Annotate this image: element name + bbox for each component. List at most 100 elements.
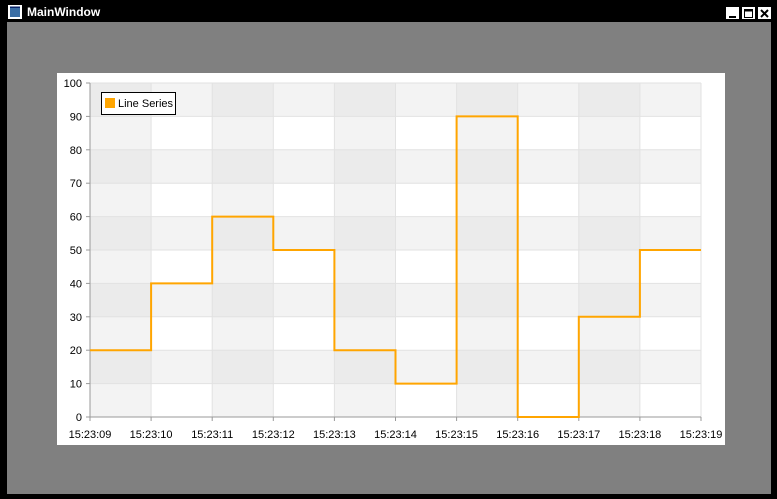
plot-cell: [578, 383, 640, 417]
line-chart: 0 10 20 30 40 50 60 70 80 90 100 15:23:09 15:23:10 15…: [64, 78, 723, 441]
plot-cell: [151, 216, 213, 250]
plot-cell: [212, 149, 274, 184]
plot-cell: [273, 149, 335, 184]
plot-cell: [578, 183, 640, 217]
plot-cell: [151, 383, 213, 417]
plot-cell: [639, 383, 701, 417]
plot-cell: [395, 383, 457, 417]
plot-cell: [151, 283, 213, 317]
x-tick-label: 15:23:19: [680, 429, 723, 441]
plot-cell: [151, 183, 213, 217]
plot-cell: [639, 250, 701, 284]
plot-cell: [578, 350, 640, 384]
y-tick-label: 40: [70, 278, 82, 290]
plot-cell: [578, 216, 640, 250]
x-tick-label: 15:23:18: [618, 429, 661, 441]
plot-cell: [212, 83, 274, 117]
x-tick-label: 15:23:10: [130, 429, 173, 441]
plot-cell: [517, 183, 579, 217]
x-tick-label: 15:23:13: [313, 429, 356, 441]
minimize-button[interactable]: [725, 6, 740, 20]
plot-cell: [517, 116, 579, 150]
plot-cell: [212, 216, 274, 250]
plot-cell: [395, 183, 457, 217]
x-tick-label: 15:23:17: [557, 429, 600, 441]
plot-cell: [212, 116, 274, 150]
y-tick-label: 70: [70, 178, 82, 190]
plot-cell: [90, 216, 152, 250]
plot-cell: [334, 149, 396, 184]
x-tick-label: 15:23:12: [252, 429, 295, 441]
plot-cell: [273, 283, 335, 317]
y-tick-label: 20: [70, 345, 82, 357]
plot-cell: [578, 250, 640, 284]
plot-cell: [456, 183, 518, 217]
y-tick-label: 30: [70, 312, 82, 324]
plot-cell: [456, 149, 518, 184]
plot-cell: [334, 350, 396, 384]
maximize-button[interactable]: [741, 6, 756, 20]
plot-cell: [578, 116, 640, 150]
plot-cell: [212, 283, 274, 317]
y-tick-label: 50: [70, 245, 82, 257]
plot-cell: [517, 283, 579, 317]
plot-cell: [90, 350, 152, 384]
plot-cell: [639, 116, 701, 150]
chart-panel: 0 10 20 30 40 50 60 70 80 90 100 15:23:09 15:23:10 15…: [57, 73, 725, 445]
plot-cell: [639, 350, 701, 384]
plot-cell: [151, 316, 213, 351]
y-tick-label: 0: [76, 412, 82, 424]
plot-cell: [395, 116, 457, 150]
plot-cell: [334, 250, 396, 284]
plot-cell: [456, 83, 518, 117]
plot-cell: [639, 316, 701, 351]
main-window: MainWindow 0 10 20 30 40 50 60 70 80 90 100 15:23:0…: [0, 0, 777, 499]
plot-cell: [273, 183, 335, 217]
plot-cell: [456, 350, 518, 384]
x-tick-label: 15:23:11: [191, 429, 233, 441]
plot-cell: [395, 216, 457, 250]
plot-cell: [395, 149, 457, 184]
plot-cell: [395, 250, 457, 284]
plot-cell: [517, 350, 579, 384]
plot-cell: [273, 116, 335, 150]
plot-cell: [517, 216, 579, 250]
plot-cell: [273, 383, 335, 417]
plot-cell: [578, 149, 640, 184]
plot-cell: [517, 383, 579, 417]
plot-cell: [456, 316, 518, 351]
plot-cell: [517, 250, 579, 284]
plot-cell: [212, 183, 274, 217]
y-tick-label: 80: [70, 145, 82, 157]
plot-cell: [456, 116, 518, 150]
plot-cell: [395, 316, 457, 351]
x-tick-label: 15:23:14: [374, 429, 417, 441]
plot-cell: [90, 316, 152, 351]
plot-cell: [456, 283, 518, 317]
plot-cell: [90, 283, 152, 317]
plot-cell: [334, 316, 396, 351]
plot-cell: [212, 316, 274, 351]
x-tick-label: 15:23:16: [496, 429, 539, 441]
plot-cell: [334, 383, 396, 417]
plot-cell: [151, 116, 213, 150]
x-tick-label: 15:23:09: [69, 429, 112, 441]
plot-cell: [395, 83, 457, 117]
close-icon: [760, 9, 769, 18]
y-tick-label: 100: [64, 78, 82, 90]
plot-cell: [212, 250, 274, 284]
plot-cell: [639, 283, 701, 317]
plot-cell: [273, 316, 335, 351]
close-button[interactable]: [757, 6, 772, 20]
plot-cell: [334, 183, 396, 217]
plot-cell: [578, 316, 640, 351]
plot-cell: [90, 116, 152, 150]
plot-cell: [90, 149, 152, 184]
plot-cell: [456, 250, 518, 284]
plot-cell: [639, 149, 701, 184]
plot-cell: [273, 250, 335, 284]
plot-cell: [151, 149, 213, 184]
plot-cell: [334, 283, 396, 317]
plot-cell: [334, 83, 396, 117]
title-bar[interactable]: MainWindow: [2, 2, 775, 22]
